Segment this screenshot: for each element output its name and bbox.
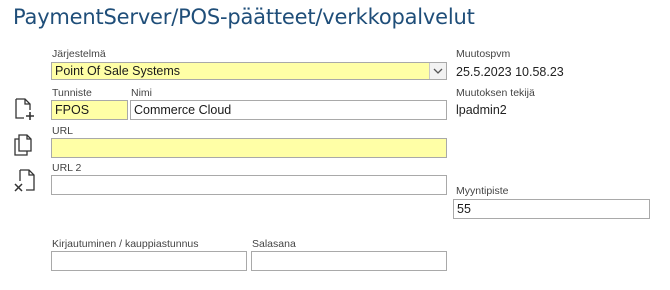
jarjestelma-select[interactable]: Point Of Sale Systems: [51, 62, 447, 80]
kirjautuminen-field[interactable]: [51, 251, 247, 271]
chevron-down-icon: [433, 68, 443, 74]
muutospvm-label: Muutospvm: [456, 48, 511, 60]
myyntipiste-label: Myyntipiste: [456, 185, 509, 197]
nimi-field[interactable]: Commerce Cloud: [130, 100, 447, 120]
new-document-icon: [15, 98, 34, 120]
nimi-label: Nimi: [131, 87, 152, 99]
new-record-button[interactable]: [12, 97, 36, 121]
muutospvm-value: 25.5.2023 10.58.23: [456, 65, 564, 79]
delete-record-button[interactable]: [12, 168, 38, 194]
dropdown-button[interactable]: [429, 63, 446, 79]
url-label: URL: [52, 125, 74, 137]
salasana-field[interactable]: [251, 251, 447, 271]
url2-field[interactable]: [51, 175, 447, 195]
copy-icon: [14, 134, 32, 156]
salasana-label: Salasana: [252, 238, 296, 250]
page-title: PaymentServer/POS-päätteet/verkkopalvelu…: [13, 5, 475, 29]
tunniste-field[interactable]: FPOS: [51, 100, 128, 120]
myyntipiste-field[interactable]: 55: [453, 199, 650, 219]
copy-record-button[interactable]: [12, 133, 36, 157]
jarjestelma-label: Järjestelmä: [52, 48, 106, 60]
muutoksen-tekija-value: lpadmin2: [456, 103, 507, 117]
kirjautuminen-label: Kirjautuminen / kauppiastunnus: [52, 238, 199, 250]
jarjestelma-value: Point Of Sale Systems: [55, 64, 181, 78]
url-field[interactable]: [51, 138, 447, 158]
url2-label: URL 2: [52, 162, 82, 174]
tunniste-label: Tunniste: [52, 87, 92, 99]
muutoksen-tekija-label: Muutoksen tekijä: [456, 87, 535, 99]
delete-document-icon: [14, 169, 35, 192]
